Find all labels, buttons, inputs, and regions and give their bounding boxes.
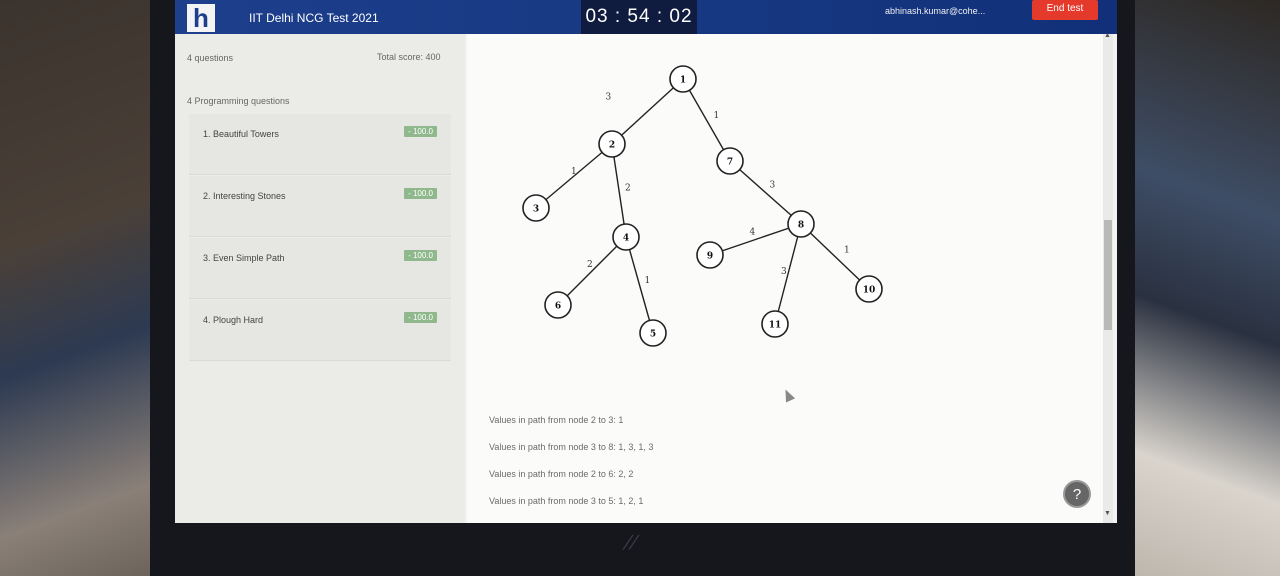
question-item-4[interactable]: 4. Plough Hard - 100.0 <box>189 300 451 361</box>
node-label: 4 <box>623 234 629 244</box>
edge-weight-label: 1 <box>714 111 720 121</box>
countdown-timer: 03 : 54 : 02 <box>581 0 697 34</box>
node-label: 2 <box>609 141 615 151</box>
edge-weight-label: 2 <box>587 260 593 270</box>
tree-edge <box>729 160 802 225</box>
background-left <box>0 0 160 576</box>
tree-edge <box>557 236 627 306</box>
path-example-3: Values in path from node 2 to 6: 2, 2 <box>489 469 634 479</box>
tree-edge <box>709 223 802 256</box>
scrollbar[interactable]: ▲ ▼ <box>1103 32 1113 523</box>
path-example-4: Values in path from node 3 to 5: 1, 2, 1 <box>489 496 644 506</box>
node-label: 8 <box>798 221 804 231</box>
edge-weight-label: 4 <box>750 228 756 238</box>
edge-weight-label: 3 <box>781 267 787 277</box>
node-label: 3 <box>533 205 539 215</box>
tree-edge <box>774 223 802 325</box>
question-item-2[interactable]: 2. Interesting Stones - 100.0 <box>189 176 451 237</box>
score-badge: - 100.0 <box>404 188 437 199</box>
scroll-up-icon[interactable]: ▲ <box>1104 32 1111 39</box>
question-item-3[interactable]: 3. Even Simple Path - 100.0 <box>189 238 451 299</box>
question-title: 2. Interesting Stones <box>203 191 286 201</box>
test-title: IIT Delhi NCG Test 2021 <box>249 11 379 25</box>
path-example-1: Values in path from node 2 to 3: 1 <box>489 415 624 425</box>
problem-statement-panel: 3 1 1 2 2 1 3 4 3 1 1 2 3 4 5 6 7 8 9 10 11 Values in path f… <box>467 34 1103 523</box>
end-test-button[interactable]: End test <box>1032 0 1098 20</box>
edge-weight-label: 1 <box>844 246 850 256</box>
node-label: 6 <box>555 302 561 312</box>
node-label: 9 <box>707 252 713 262</box>
question-title: 4. Plough Hard <box>203 315 264 325</box>
total-score: Total score: 400 <box>377 52 441 62</box>
node-label: 11 <box>769 321 782 331</box>
question-item-1[interactable]: 1. Beautiful Towers - 100.0 <box>189 114 451 175</box>
question-count: 4 questions <box>187 53 234 63</box>
scroll-down-icon[interactable]: ▼ <box>1104 510 1111 517</box>
edge-weight-label: 3 <box>770 181 776 191</box>
question-title: 1. Beautiful Towers <box>203 129 279 139</box>
tree-diagram: 31122134311234567891011 <box>522 65 883 347</box>
node-label: 10 <box>863 286 876 296</box>
mouse-cursor-icon <box>780 387 796 403</box>
node-label: 5 <box>650 330 656 340</box>
edge-weight-label: 1 <box>571 167 577 177</box>
edge-weight-label: 3 <box>606 93 612 103</box>
score-badge: - 100.0 <box>404 250 437 261</box>
tree-edge <box>682 78 731 162</box>
edge-weight-label: 1 <box>645 276 651 286</box>
logo-icon: h <box>187 4 215 32</box>
section-heading: 4 Programming questions <box>187 96 290 106</box>
node-label: 1 <box>680 76 686 86</box>
scrollbar-thumb[interactable] <box>1104 220 1112 330</box>
screen: h IIT Delhi NCG Test 2021 03 : 54 : 02 a… <box>175 0 1117 523</box>
score-badge: - 100.0 <box>404 312 437 323</box>
tree-edge <box>611 78 684 145</box>
top-bar: h IIT Delhi NCG Test 2021 03 : 54 : 02 a… <box>175 0 1117 34</box>
path-example-2: Values in path from node 3 to 8: 1, 3, 1… <box>489 442 654 452</box>
question-title: 3. Even Simple Path <box>203 253 285 263</box>
background-right <box>1130 0 1280 576</box>
help-icon[interactable]: ? <box>1063 480 1091 508</box>
score-badge: - 100.0 <box>404 126 437 137</box>
tree-edge <box>611 143 627 238</box>
edge-weight-label: 2 <box>625 184 631 194</box>
question-list-panel: 4 questions Total score: 400 4 Programmi… <box>175 34 465 523</box>
node-label: 7 <box>727 158 733 168</box>
tree-edge <box>800 223 870 290</box>
user-email[interactable]: abhinash.kumar@cohe... <box>885 6 985 16</box>
